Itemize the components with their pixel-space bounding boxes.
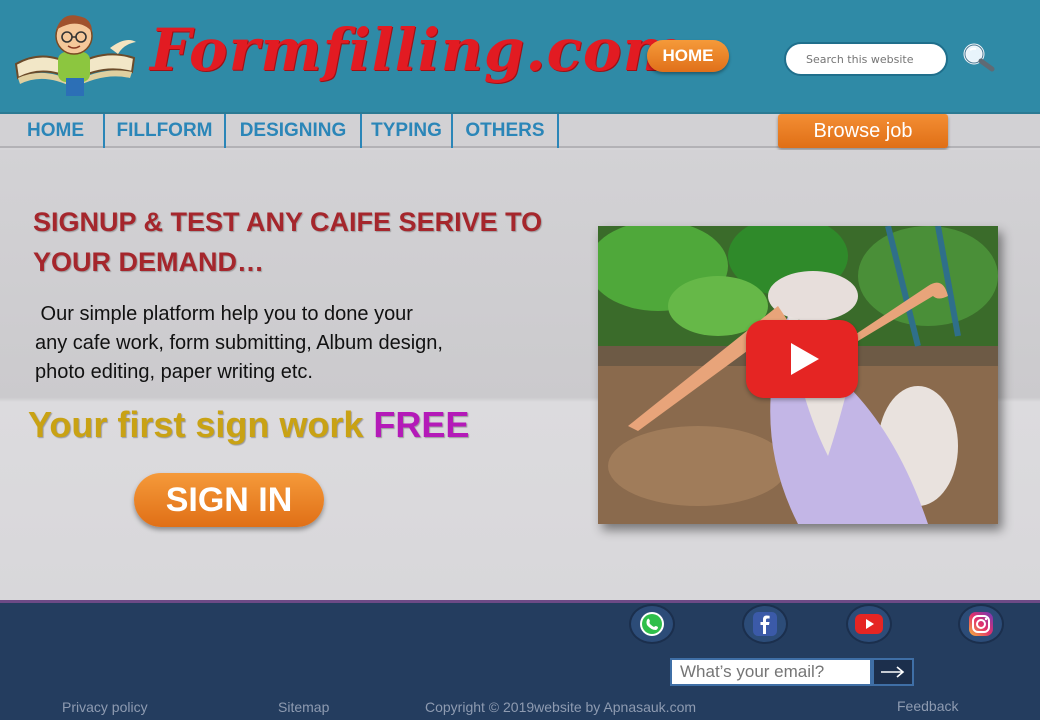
header-home-button[interactable]: HOME [647,40,729,72]
hero-description-line: photo editing, paper writing etc. [35,361,313,383]
reading-boy-logo-icon[interactable] [14,8,138,104]
video-player[interactable] [598,226,998,524]
promo-prefix: Your first sign work [28,404,374,445]
site-header: Formfilling.com HOME [0,0,1040,112]
facebook-icon [753,612,777,636]
search-icon[interactable] [960,42,996,72]
play-button[interactable] [746,320,858,398]
nav-item-home[interactable]: HOME [8,114,105,148]
hero-description-line: Our simple platform help you to done you… [35,303,413,325]
promo-text: Your first sign work FREE [28,404,469,446]
copyright-text: Copyright © 2019website by Apnasauk.com [425,699,697,715]
privacy-policy-link[interactable]: Privacy policy [62,699,148,715]
sign-in-button[interactable]: SIGN IN [134,473,324,527]
sitemap-link[interactable]: Sitemap [278,699,329,715]
whatsapp-icon[interactable] [629,604,675,644]
facebook-icon[interactable] [742,604,788,644]
email-field[interactable] [670,658,872,686]
whatsapp-icon [640,612,664,636]
hero-headline: SIGNUP & TEST ANY CAIFE SERIVE TO YOUR D… [33,207,543,277]
nav-item-fillform[interactable]: FILLFORM [105,114,226,148]
email-submit-button[interactable] [872,658,914,686]
youtube-icon[interactable] [846,604,892,644]
nav-item-others[interactable]: OTHERS [453,114,559,148]
hero-description: Our simple platform help you to done you… [35,300,515,387]
nav-item-designing[interactable]: DESIGNING [226,114,362,148]
arrow-right-icon [881,666,905,678]
search-input[interactable] [784,42,948,76]
instagram-icon [969,612,993,636]
nav-item-typing[interactable]: TYPING [362,114,453,148]
play-icon [791,343,819,375]
promo-free-highlight: FREE [373,404,470,445]
instagram-icon[interactable] [958,604,1004,644]
hero-description-line: any cafe work, form submitting, Album de… [35,332,443,354]
youtube-icon [855,614,883,634]
feedback-link[interactable]: Feedback [897,698,958,714]
site-logo-text[interactable]: Formfilling.com [150,16,685,84]
browse-job-button[interactable]: Browse job [778,114,948,148]
